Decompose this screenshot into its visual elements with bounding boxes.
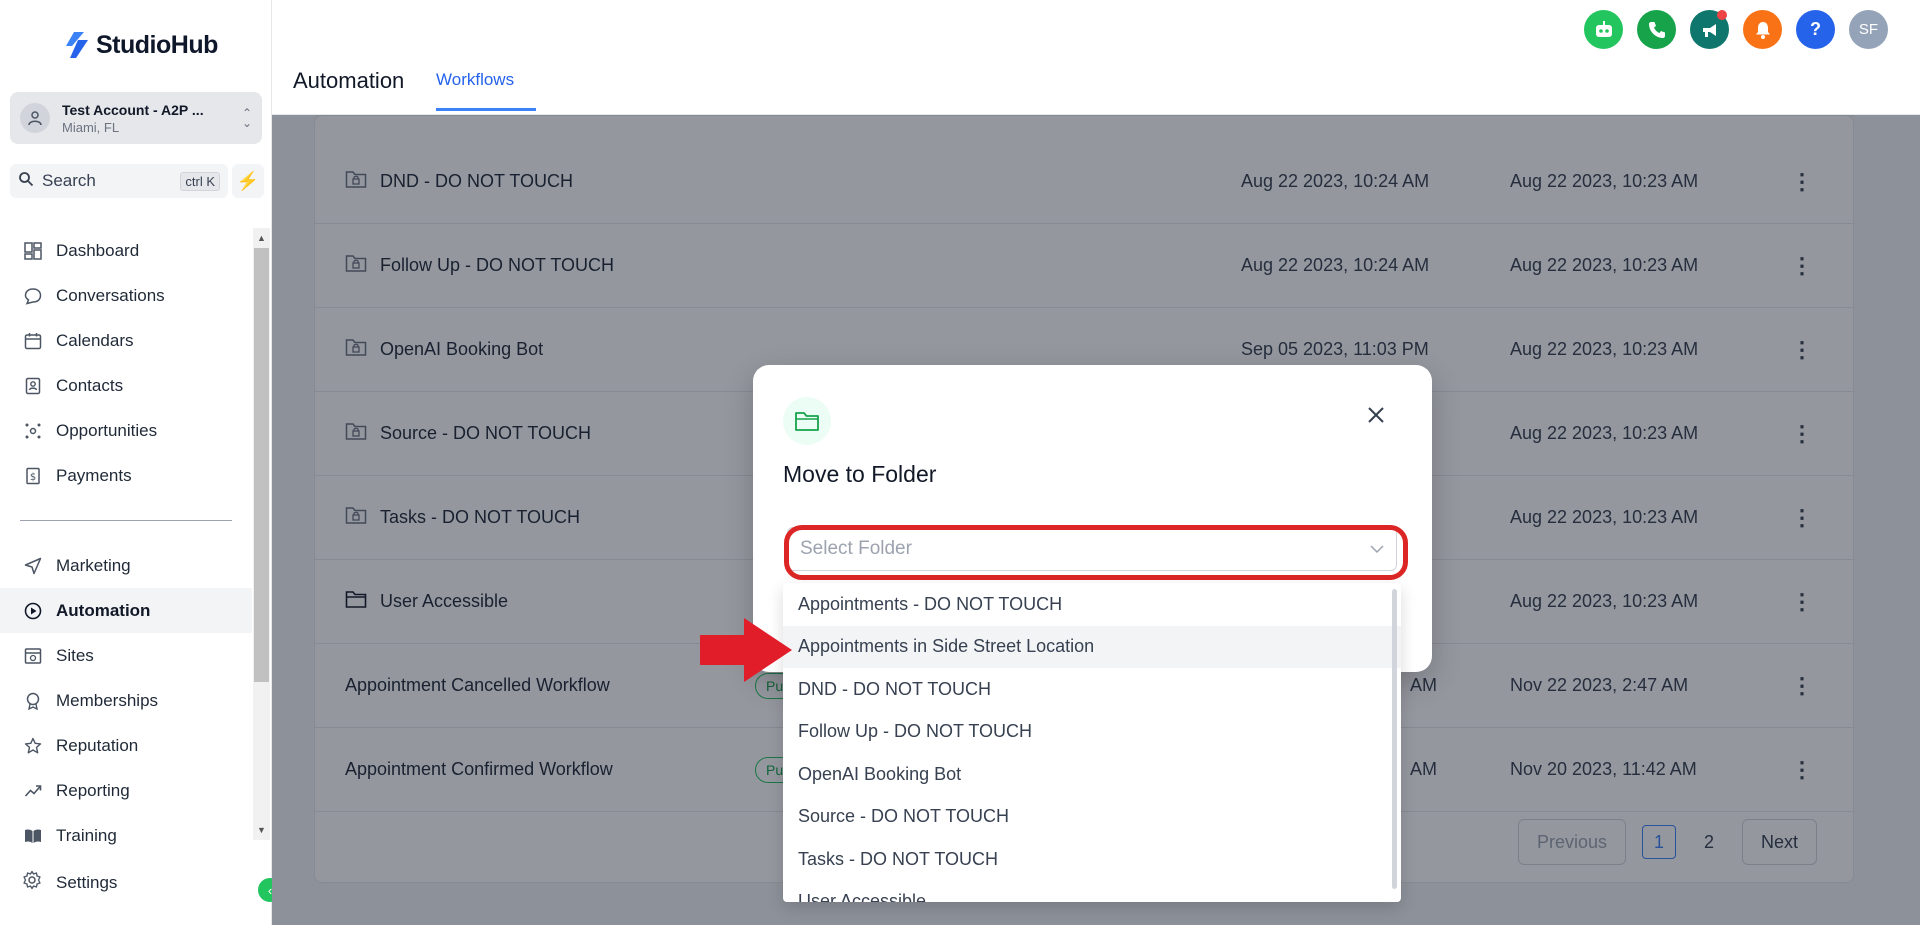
account-switcher[interactable]: Test Account - A2P ... Miami, FL ⌃ ⌄ bbox=[10, 92, 262, 144]
annotation-arrow-icon bbox=[700, 618, 792, 682]
sidebar-item-label: Sites bbox=[56, 645, 94, 665]
account-location: Miami, FL bbox=[62, 119, 120, 135]
annotation-highlight-box bbox=[784, 525, 1408, 580]
bell-icon bbox=[1755, 21, 1770, 39]
logo[interactable]: StudioHub bbox=[64, 30, 218, 60]
dropdown-option[interactable]: Appointments - DO NOT TOUCH bbox=[783, 583, 1401, 626]
folder-dropdown: Appointments - DO NOT TOUCH Appointments… bbox=[783, 583, 1401, 902]
page-title: Automation bbox=[293, 68, 405, 93]
scroll-up-arrow-icon[interactable]: ▲ bbox=[253, 230, 270, 246]
bolt-icon: ⚡ bbox=[236, 170, 260, 191]
folder-icon bbox=[783, 397, 831, 445]
sidebar-item-automation[interactable]: Automation bbox=[0, 588, 252, 633]
sidebar-item-payments[interactable]: $ Payments bbox=[0, 453, 252, 498]
sidebar-item-marketing[interactable]: Marketing bbox=[0, 543, 252, 588]
dropdown-option[interactable]: OpenAI Booking Bot bbox=[783, 753, 1401, 796]
sidebar-scrollbar-thumb[interactable] bbox=[254, 248, 269, 682]
account-name: Test Account - A2P ... bbox=[62, 101, 204, 118]
sidebar-item-opportunities[interactable]: Opportunities bbox=[0, 408, 252, 453]
send-icon bbox=[22, 555, 44, 577]
help-icon: ? bbox=[1810, 19, 1821, 39]
megaphone-icon bbox=[1702, 23, 1716, 37]
account-avatar-icon bbox=[20, 103, 50, 133]
announcements-button[interactable] bbox=[1690, 10, 1729, 49]
sidebar-item-label: Payments bbox=[56, 465, 132, 485]
sidebar-item-label: Marketing bbox=[56, 555, 131, 575]
sidebar-item-sites[interactable]: Sites bbox=[0, 633, 252, 678]
close-icon[interactable] bbox=[1367, 403, 1385, 431]
sidebar-item-label: Dashboard bbox=[56, 240, 140, 260]
payments-icon: $ bbox=[22, 465, 44, 487]
contacts-icon bbox=[22, 375, 44, 397]
sidebar-item-reputation[interactable]: Reputation bbox=[0, 723, 252, 768]
ai-bot-button[interactable] bbox=[1584, 10, 1623, 49]
sites-icon bbox=[22, 645, 44, 667]
dropdown-option[interactable]: Follow Up - DO NOT TOUCH bbox=[783, 711, 1401, 754]
logo-mark-icon bbox=[66, 32, 88, 58]
dropdown-scrollbar[interactable] bbox=[1392, 589, 1397, 889]
dropdown-option[interactable]: Appointments in Side Street Location bbox=[783, 625, 1401, 668]
sidebar-item-label: Calendars bbox=[56, 330, 134, 350]
modal-title: Move to Folder bbox=[783, 461, 937, 487]
calendar-icon bbox=[22, 330, 44, 352]
sidebar-nav: Dashboard Conversations Calendars Contac… bbox=[0, 228, 252, 858]
sidebar-item-settings[interactable]: Settings bbox=[22, 870, 117, 895]
quick-action-button[interactable]: ⚡ bbox=[232, 164, 264, 198]
sidebar-item-label: Memberships bbox=[56, 690, 159, 710]
robot-icon bbox=[1595, 20, 1612, 37]
sidebar-item-label: Automation bbox=[56, 600, 151, 620]
sidebar-item-training[interactable]: Training bbox=[0, 813, 252, 858]
logo-text: StudioHub bbox=[96, 30, 218, 59]
sidebar-item-label: Conversations bbox=[56, 285, 165, 305]
sidebar-item-contacts[interactable]: Contacts bbox=[0, 363, 252, 408]
search-icon bbox=[18, 171, 34, 192]
search-label: Search bbox=[42, 171, 96, 190]
top-icons: ? SF bbox=[1584, 10, 1888, 49]
user-avatar[interactable]: SF bbox=[1849, 10, 1888, 49]
search-button[interactable]: Search ctrl K bbox=[10, 164, 228, 198]
svg-text:$: $ bbox=[30, 472, 36, 483]
sidebar-divider bbox=[20, 520, 232, 521]
phone-button[interactable] bbox=[1637, 10, 1676, 49]
phone-icon bbox=[1648, 21, 1665, 38]
sidebar-item-calendars[interactable]: Calendars bbox=[0, 318, 252, 363]
chevron-updown-icon: ⌃ ⌄ bbox=[241, 106, 252, 130]
dashboard-icon bbox=[22, 240, 44, 262]
dropdown-option[interactable]: Tasks - DO NOT TOUCH bbox=[783, 838, 1401, 881]
automation-icon bbox=[22, 600, 44, 622]
sidebar-item-dashboard[interactable]: Dashboard bbox=[0, 228, 252, 273]
search-shortcut: ctrl K bbox=[180, 171, 220, 191]
book-icon bbox=[22, 825, 44, 847]
reporting-icon bbox=[22, 780, 44, 802]
app-root: StudioHub Test Account - A2P ... Miami, … bbox=[0, 0, 1920, 925]
avatar-initials: SF bbox=[1858, 21, 1879, 38]
gear-icon bbox=[22, 870, 44, 895]
dropdown-option[interactable]: DND - DO NOT TOUCH bbox=[783, 668, 1401, 711]
sidebar-item-label: Reputation bbox=[56, 735, 139, 755]
sidebar-item-label: Opportunities bbox=[56, 420, 158, 440]
notification-dot bbox=[1717, 10, 1727, 20]
sidebar-item-memberships[interactable]: Memberships bbox=[0, 678, 252, 723]
sidebar: StudioHub Test Account - A2P ... Miami, … bbox=[0, 0, 282, 925]
sidebar-item-label: Reporting bbox=[56, 780, 130, 800]
settings-label: Settings bbox=[56, 872, 118, 892]
sidebar-item-conversations[interactable]: Conversations bbox=[0, 273, 252, 318]
sidebar-item-label: Contacts bbox=[56, 375, 124, 395]
dropdown-option[interactable]: User Accessible bbox=[783, 881, 1401, 902]
sidebar-item-reporting[interactable]: Reporting bbox=[0, 768, 252, 813]
memberships-icon bbox=[22, 690, 44, 712]
top-bar: Automation Workflows ? SF bbox=[272, 0, 1920, 115]
dropdown-option[interactable]: Source - DO NOT TOUCH bbox=[783, 796, 1401, 839]
scroll-down-arrow-icon[interactable]: ▼ bbox=[253, 822, 270, 838]
opportunities-icon bbox=[22, 420, 44, 442]
star-icon bbox=[22, 735, 44, 757]
sidebar-item-label: Training bbox=[56, 825, 117, 845]
tab-workflows[interactable]: Workflows bbox=[436, 70, 514, 90]
notifications-button[interactable] bbox=[1743, 10, 1782, 49]
chat-icon bbox=[22, 285, 44, 307]
help-button[interactable]: ? bbox=[1796, 10, 1835, 49]
